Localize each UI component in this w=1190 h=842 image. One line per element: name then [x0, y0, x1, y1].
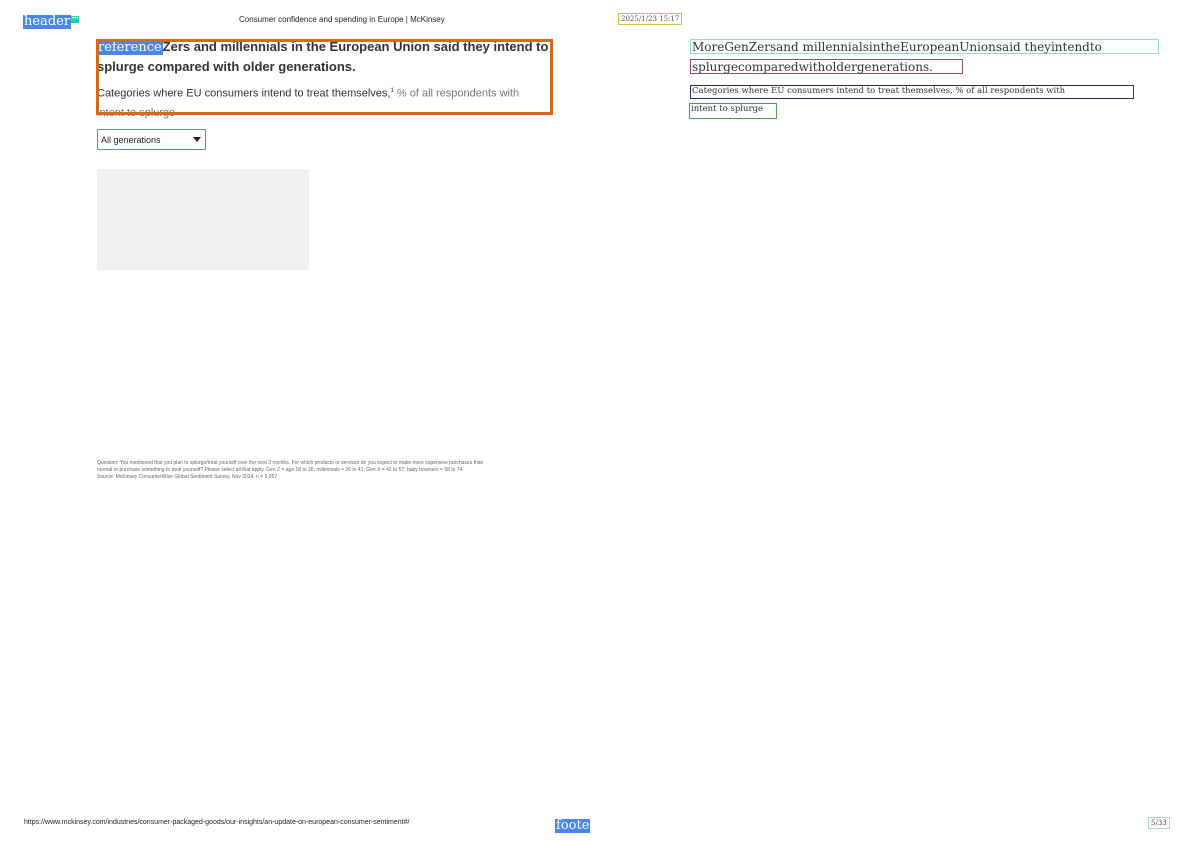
ocr-line4: intent to splurge	[691, 104, 763, 114]
ocr-line1: MoreGenZersand millennialsintheEuropeanU…	[692, 40, 1102, 54]
generation-dropdown[interactable]: All generations	[97, 129, 206, 150]
ocr-line3: Categories where EU consumers intend to …	[692, 86, 1066, 96]
timestamp: 2025/1/23 15:17	[618, 13, 683, 25]
chart-placeholder	[97, 169, 309, 270]
footnote-source: Source: McKinsey ConsumerWise Global Sen…	[97, 474, 278, 480]
ocr-line2: splurgecomparedwitholdergenerations.	[692, 60, 933, 74]
footer-tag: foote	[555, 818, 591, 833]
dropdown-value: All generations	[101, 134, 161, 145]
page-number: 5/33	[1148, 817, 1170, 829]
footnote-line2: normal or purchase something to treat yo…	[97, 467, 464, 473]
page-title: Consumer confidence and spending in Euro…	[239, 15, 445, 24]
header-tag: header	[23, 14, 72, 29]
chevron-down-icon	[193, 137, 201, 142]
highlight-frame	[96, 39, 553, 115]
footnote: Question: You mentioned that you plan to…	[97, 460, 567, 481]
page-url[interactable]: https://www.mckinsey.com/industries/cons…	[24, 819, 409, 826]
header-badge: •••	[71, 16, 80, 23]
footnote-line1: Question: You mentioned that you plan to…	[97, 460, 484, 466]
